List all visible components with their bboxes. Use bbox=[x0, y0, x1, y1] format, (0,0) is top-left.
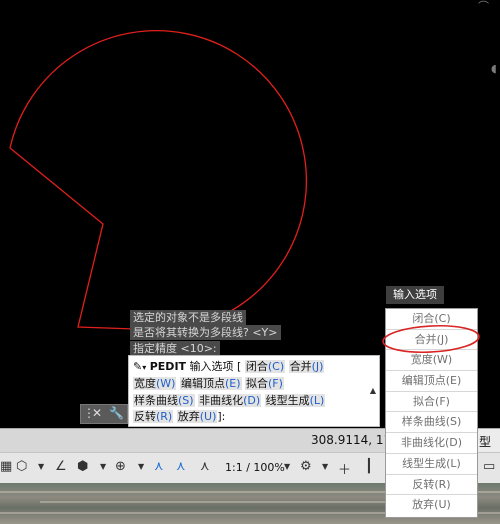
bracket-close: ]: bbox=[217, 410, 226, 423]
red-polyline-shape[interactable] bbox=[9, 30, 307, 332]
menu-item-undo[interactable]: 放弃(U) bbox=[386, 495, 477, 516]
grid-icon[interactable]: ▦ bbox=[0, 459, 12, 474]
menu-item-spline[interactable]: 样条曲线(S) bbox=[386, 412, 477, 434]
scroll-up-arrow-icon[interactable]: ▲ bbox=[370, 386, 376, 395]
isometric-cube-icon[interactable]: ⬡ bbox=[16, 459, 27, 474]
command-line-window[interactable]: ✎▾ PEDIT 输入选项 [ 闭合(C) 合并(J) 宽度(W) 编辑顶点(E… bbox=[128, 355, 380, 427]
plus-icon[interactable]: ＋ bbox=[338, 459, 351, 478]
option-decurve[interactable]: 非曲线化(D) bbox=[198, 394, 262, 407]
option-width[interactable]: 宽度(W) bbox=[133, 377, 177, 390]
model-tab-label: 型 bbox=[479, 435, 492, 449]
command-line-row: 样条曲线(S) 非曲线化(D) 线型生成(L) bbox=[133, 393, 326, 409]
separator-icon: ┃ bbox=[365, 459, 373, 474]
option-ltype-gen[interactable]: 线型生成(L) bbox=[264, 394, 326, 407]
option-edit-vertex[interactable]: 编辑顶点(E) bbox=[179, 377, 242, 390]
context-menu-title: 输入选项 bbox=[386, 286, 444, 304]
menu-item-edit-vertex[interactable]: 编辑顶点(E) bbox=[386, 371, 477, 392]
chevron-down-icon[interactable]: ▼ bbox=[100, 462, 106, 471]
option-fit[interactable]: 拟合(F) bbox=[245, 377, 284, 390]
command-line-row: ✎▾ PEDIT 输入选项 [ 闭合(C) 合并(J) bbox=[133, 359, 325, 375]
command-line-row: 宽度(W) 编辑顶点(E) 拟合(F) bbox=[133, 376, 284, 392]
annotation-visibility-icon[interactable]: ⋏ bbox=[176, 459, 186, 474]
chevron-down-icon[interactable]: ▼ bbox=[38, 462, 44, 471]
menu-item-fit[interactable]: 拟合(F) bbox=[386, 392, 477, 413]
menu-item-decurve[interactable]: 非曲线化(D) bbox=[386, 433, 477, 454]
pencil-icon: ✎ bbox=[133, 360, 143, 373]
menu-item-width[interactable]: 宽度(W) bbox=[386, 350, 477, 372]
command-name: PEDIT bbox=[149, 360, 187, 373]
menu-item-reverse[interactable]: 反转(R) bbox=[386, 475, 477, 496]
chevron-down-icon[interactable]: ▼ bbox=[322, 462, 328, 471]
chevron-down-icon[interactable]: ▼ bbox=[138, 462, 144, 471]
gear-icon[interactable]: ⚙ bbox=[300, 459, 312, 474]
option-undo[interactable]: 放弃(U) bbox=[176, 410, 218, 423]
bracket-open: [ bbox=[237, 360, 242, 373]
nav-bar-icon[interactable]: ◖ bbox=[491, 62, 497, 75]
viewcube-corner-icon[interactable]: ⌒ bbox=[478, 0, 489, 14]
annotation-scale-icon[interactable]: ⋏ bbox=[154, 459, 164, 474]
menu-item-join[interactable]: 合并(J) bbox=[386, 330, 477, 351]
command-history-line: 是否将其转换为多段线? <Y> bbox=[130, 325, 281, 340]
annotation-add-icon[interactable]: ⋏ bbox=[200, 459, 210, 474]
menu-item-close[interactable]: 闭合(C) bbox=[386, 309, 477, 330]
option-reverse[interactable]: 反转(R) bbox=[133, 410, 174, 423]
option-close[interactable]: 闭合(C) bbox=[244, 360, 286, 373]
close-icon[interactable]: ✕ bbox=[92, 406, 102, 420]
command-line-row: 反转(R) 放弃(U)]: bbox=[133, 409, 225, 425]
option-spline[interactable]: 样条曲线(S) bbox=[133, 394, 195, 407]
triad-icon[interactable]: ⊕ bbox=[115, 459, 126, 474]
chevron-down-icon[interactable]: ▼ bbox=[284, 462, 290, 471]
3d-box-icon[interactable]: ⬢ bbox=[77, 459, 88, 474]
angle-icon[interactable]: ∠ bbox=[55, 459, 67, 474]
menu-item-ltype-gen[interactable]: 线型生成(L) bbox=[386, 454, 477, 475]
command-history-line: 指定精度 <10>: bbox=[130, 341, 220, 356]
command-window-grip[interactable]: ⋮ ✕ 🔧 bbox=[80, 404, 128, 424]
command-history-line: 选定的对象不是多段线 bbox=[130, 310, 246, 325]
dropdown-arrow-icon[interactable]: ▾ bbox=[142, 363, 146, 372]
monitor-icon[interactable]: ▭ bbox=[483, 459, 495, 474]
command-prompt: 输入选项 bbox=[189, 360, 234, 373]
context-menu: 闭合(C) 合并(J) 宽度(W) 编辑顶点(E) 拟合(F) 样条曲线(S) … bbox=[385, 308, 478, 518]
scale-selector[interactable]: 1:1 / 100% bbox=[225, 461, 285, 474]
wrench-icon[interactable]: 🔧 bbox=[109, 406, 124, 420]
option-join[interactable]: 合并(J) bbox=[288, 360, 325, 373]
